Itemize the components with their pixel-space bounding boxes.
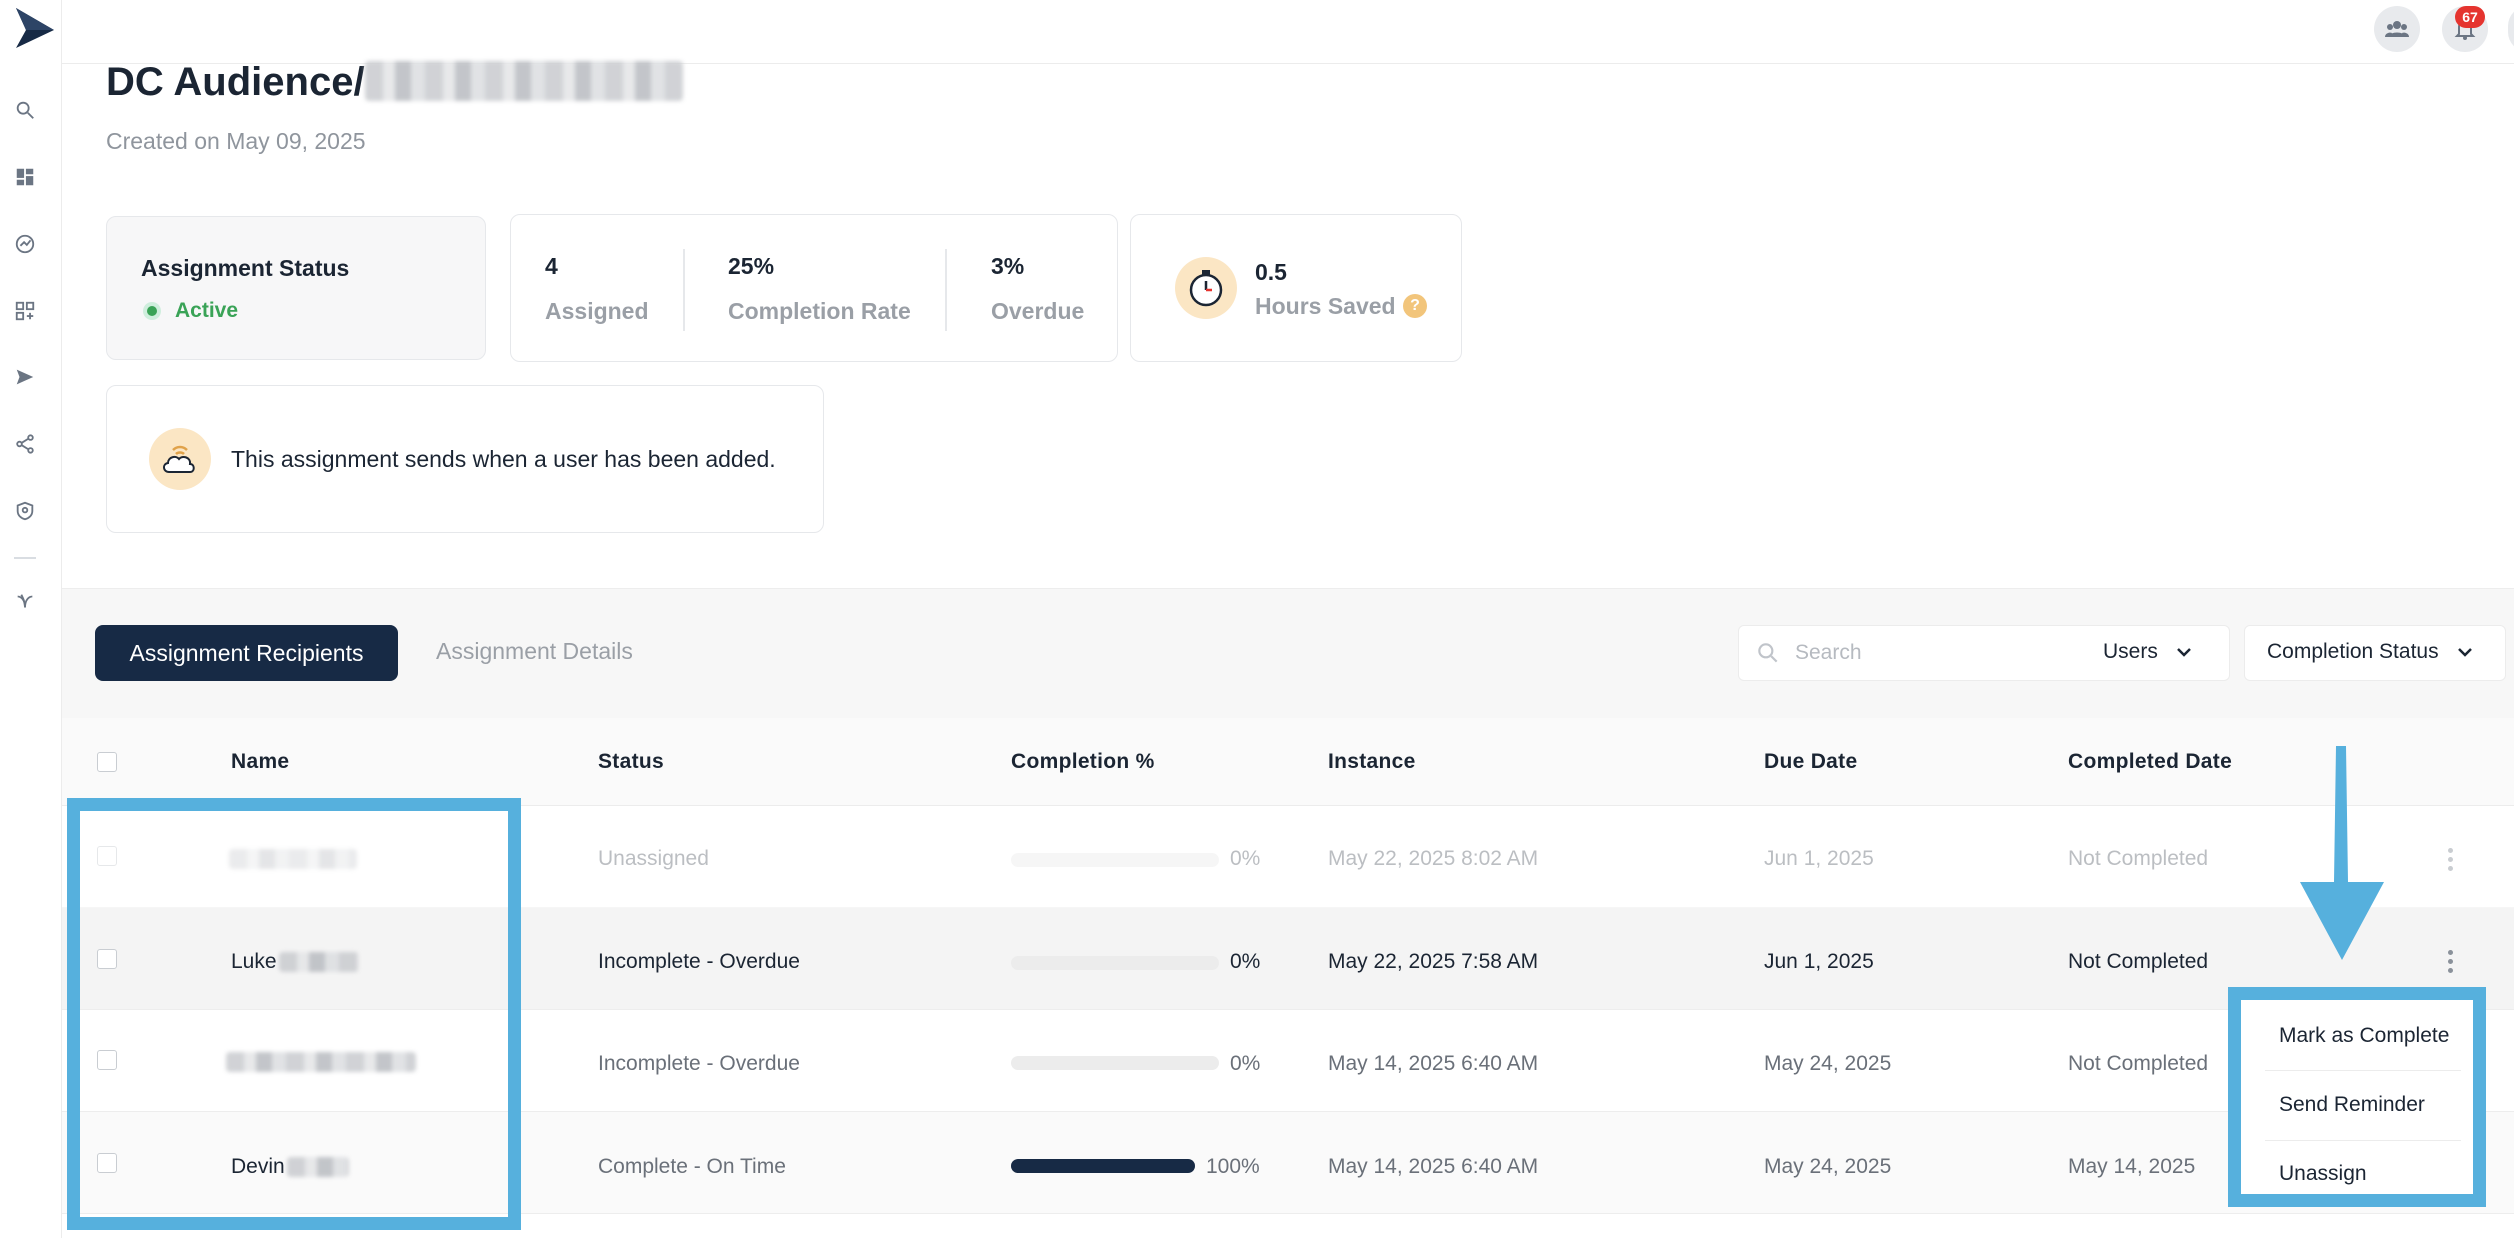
send-reminder-menu-item[interactable]: Send Reminder — [2279, 1093, 2425, 1117]
search-box: Users — [1738, 625, 2230, 681]
row-status: Complete - On Time — [598, 1155, 786, 1178]
row-context-menu: Mark as Complete Send Reminder Unassign — [2228, 987, 2486, 1207]
divider — [945, 249, 947, 331]
column-header-instance[interactable]: Instance — [1328, 750, 1416, 774]
row-completed-date: Not Completed — [2068, 1052, 2209, 1075]
trigger-text: This assignment sends when a user has be… — [231, 446, 776, 472]
row-completed-date: Not Completed — [2068, 950, 2209, 973]
help-icon[interactable]: ? — [1403, 294, 1427, 318]
hours-saved-value: 0.5 — [1255, 259, 1287, 285]
search-input[interactable] — [1795, 636, 2045, 670]
row-status: Incomplete - Overdue — [598, 1052, 800, 1075]
row-menu-icon[interactable] — [2448, 848, 2454, 871]
page-title: DC Audience/ — [106, 60, 683, 105]
arrow-down-icon — [2300, 746, 2384, 960]
row-instance: May 14, 2025 6:40 AM — [1328, 1155, 1539, 1178]
overdue-label: Overdue — [991, 298, 1085, 324]
users-dropdown-label: Users — [2103, 640, 2158, 663]
row-menu-icon[interactable] — [2448, 950, 2454, 973]
progress-bar — [1011, 1159, 1195, 1173]
leaf-icon[interactable] — [12, 589, 38, 615]
users-dropdown[interactable]: Users — [2103, 640, 2194, 664]
tab-assignment-recipients[interactable]: Assignment Recipients — [95, 625, 398, 681]
row-due-date: May 24, 2025 — [1764, 1155, 1892, 1178]
analytics-icon[interactable] — [12, 231, 38, 257]
select-all-checkbox[interactable] — [97, 752, 117, 772]
tab-assignment-details[interactable]: Assignment Details — [436, 638, 633, 665]
created-date: Created on May 09, 2025 — [106, 128, 366, 154]
shield-icon[interactable] — [12, 498, 38, 524]
assigned-count: 4 — [545, 253, 558, 279]
notification-badge: 67 — [2455, 6, 2485, 28]
search-icon[interactable] — [12, 97, 38, 123]
unassign-menu-item[interactable]: Unassign — [2279, 1162, 2367, 1186]
completion-status-dropdown-inner: Completion Status — [2267, 640, 2475, 664]
row-due-date: Jun 1, 2025 — [1764, 950, 1874, 973]
completion-rate-label: Completion Rate — [728, 298, 911, 324]
row-completed-date: May 14, 2025 — [2068, 1155, 2196, 1178]
completion-status-label: Completion Status — [2267, 640, 2439, 663]
mark-complete-menu-item[interactable]: Mark as Complete — [2279, 1024, 2449, 1048]
row-completion-pct: 0% — [1230, 847, 1261, 870]
row-due-date: Jun 1, 2025 — [1764, 847, 1874, 870]
hours-saved-card: 0.5 Hours Saved ? — [1130, 214, 1462, 362]
row-completion-pct: 0% — [1230, 1052, 1261, 1075]
sidebar — [0, 0, 62, 1238]
overdue-value: 3% — [991, 253, 1025, 279]
status-dot-icon — [143, 302, 161, 320]
row-completed-date: Not Completed — [2068, 847, 2209, 870]
row-instance: May 14, 2025 6:40 AM — [1328, 1052, 1539, 1075]
divider — [683, 249, 685, 331]
chevron-down-icon — [2457, 648, 2472, 657]
completion-status-dropdown[interactable]: Completion Status — [2244, 625, 2506, 681]
send-icon[interactable] — [12, 364, 38, 390]
row-instance: May 22, 2025 8:02 AM — [1328, 847, 1539, 870]
trigger-card: This assignment sends when a user has be… — [106, 385, 824, 533]
completion-rate-value: 25% — [728, 253, 775, 279]
highlight-box — [67, 798, 521, 1230]
progress-bar — [1011, 1056, 1219, 1070]
redacted-title — [364, 61, 683, 102]
sidebar-divider — [14, 557, 36, 559]
team-icon[interactable] — [2374, 6, 2420, 52]
column-header-due-date[interactable]: Due Date — [1764, 750, 1857, 774]
column-header-completion[interactable]: Completion % — [1011, 750, 1155, 774]
logo-icon[interactable] — [10, 4, 56, 50]
dashboard-icon[interactable] — [12, 164, 38, 190]
progress-bar — [1011, 956, 1219, 970]
assignment-status-title: Assignment Status — [141, 255, 350, 281]
hours-saved-label: Hours Saved — [1255, 293, 1396, 319]
top-bar — [0, 0, 2514, 64]
menu-divider — [2265, 1070, 2461, 1071]
stopwatch-icon — [1175, 257, 1237, 319]
stats-card: 4 Assigned 25% Completion Rate 3% Overdu… — [510, 214, 1118, 362]
column-header-status[interactable]: Status — [598, 750, 664, 774]
assignment-status-card: Assignment Status Active — [106, 216, 486, 360]
column-header-completed-date[interactable]: Completed Date — [2068, 750, 2232, 774]
row-instance: May 22, 2025 7:58 AM — [1328, 950, 1539, 973]
row-completion-pct: 0% — [1230, 950, 1261, 973]
row-due-date: May 24, 2025 — [1764, 1052, 1892, 1075]
row-status: Incomplete - Overdue — [598, 950, 800, 973]
status-badge: Active — [175, 299, 239, 322]
search-icon — [1755, 640, 1781, 666]
row-completion-pct: 100% — [1206, 1155, 1260, 1178]
assigned-label: Assigned — [545, 298, 649, 324]
page-title-text: DC Audience/ — [106, 60, 365, 104]
share-icon[interactable] — [12, 431, 38, 457]
progress-fill — [1011, 1159, 1195, 1173]
menu-divider — [2265, 1140, 2461, 1141]
cloud-wifi-icon — [149, 428, 211, 490]
row-status: Unassigned — [598, 847, 709, 870]
chevron-down-icon — [2176, 648, 2191, 657]
apps-icon[interactable] — [12, 298, 38, 324]
column-header-name[interactable]: Name — [231, 750, 289, 774]
progress-bar — [1011, 853, 1219, 867]
